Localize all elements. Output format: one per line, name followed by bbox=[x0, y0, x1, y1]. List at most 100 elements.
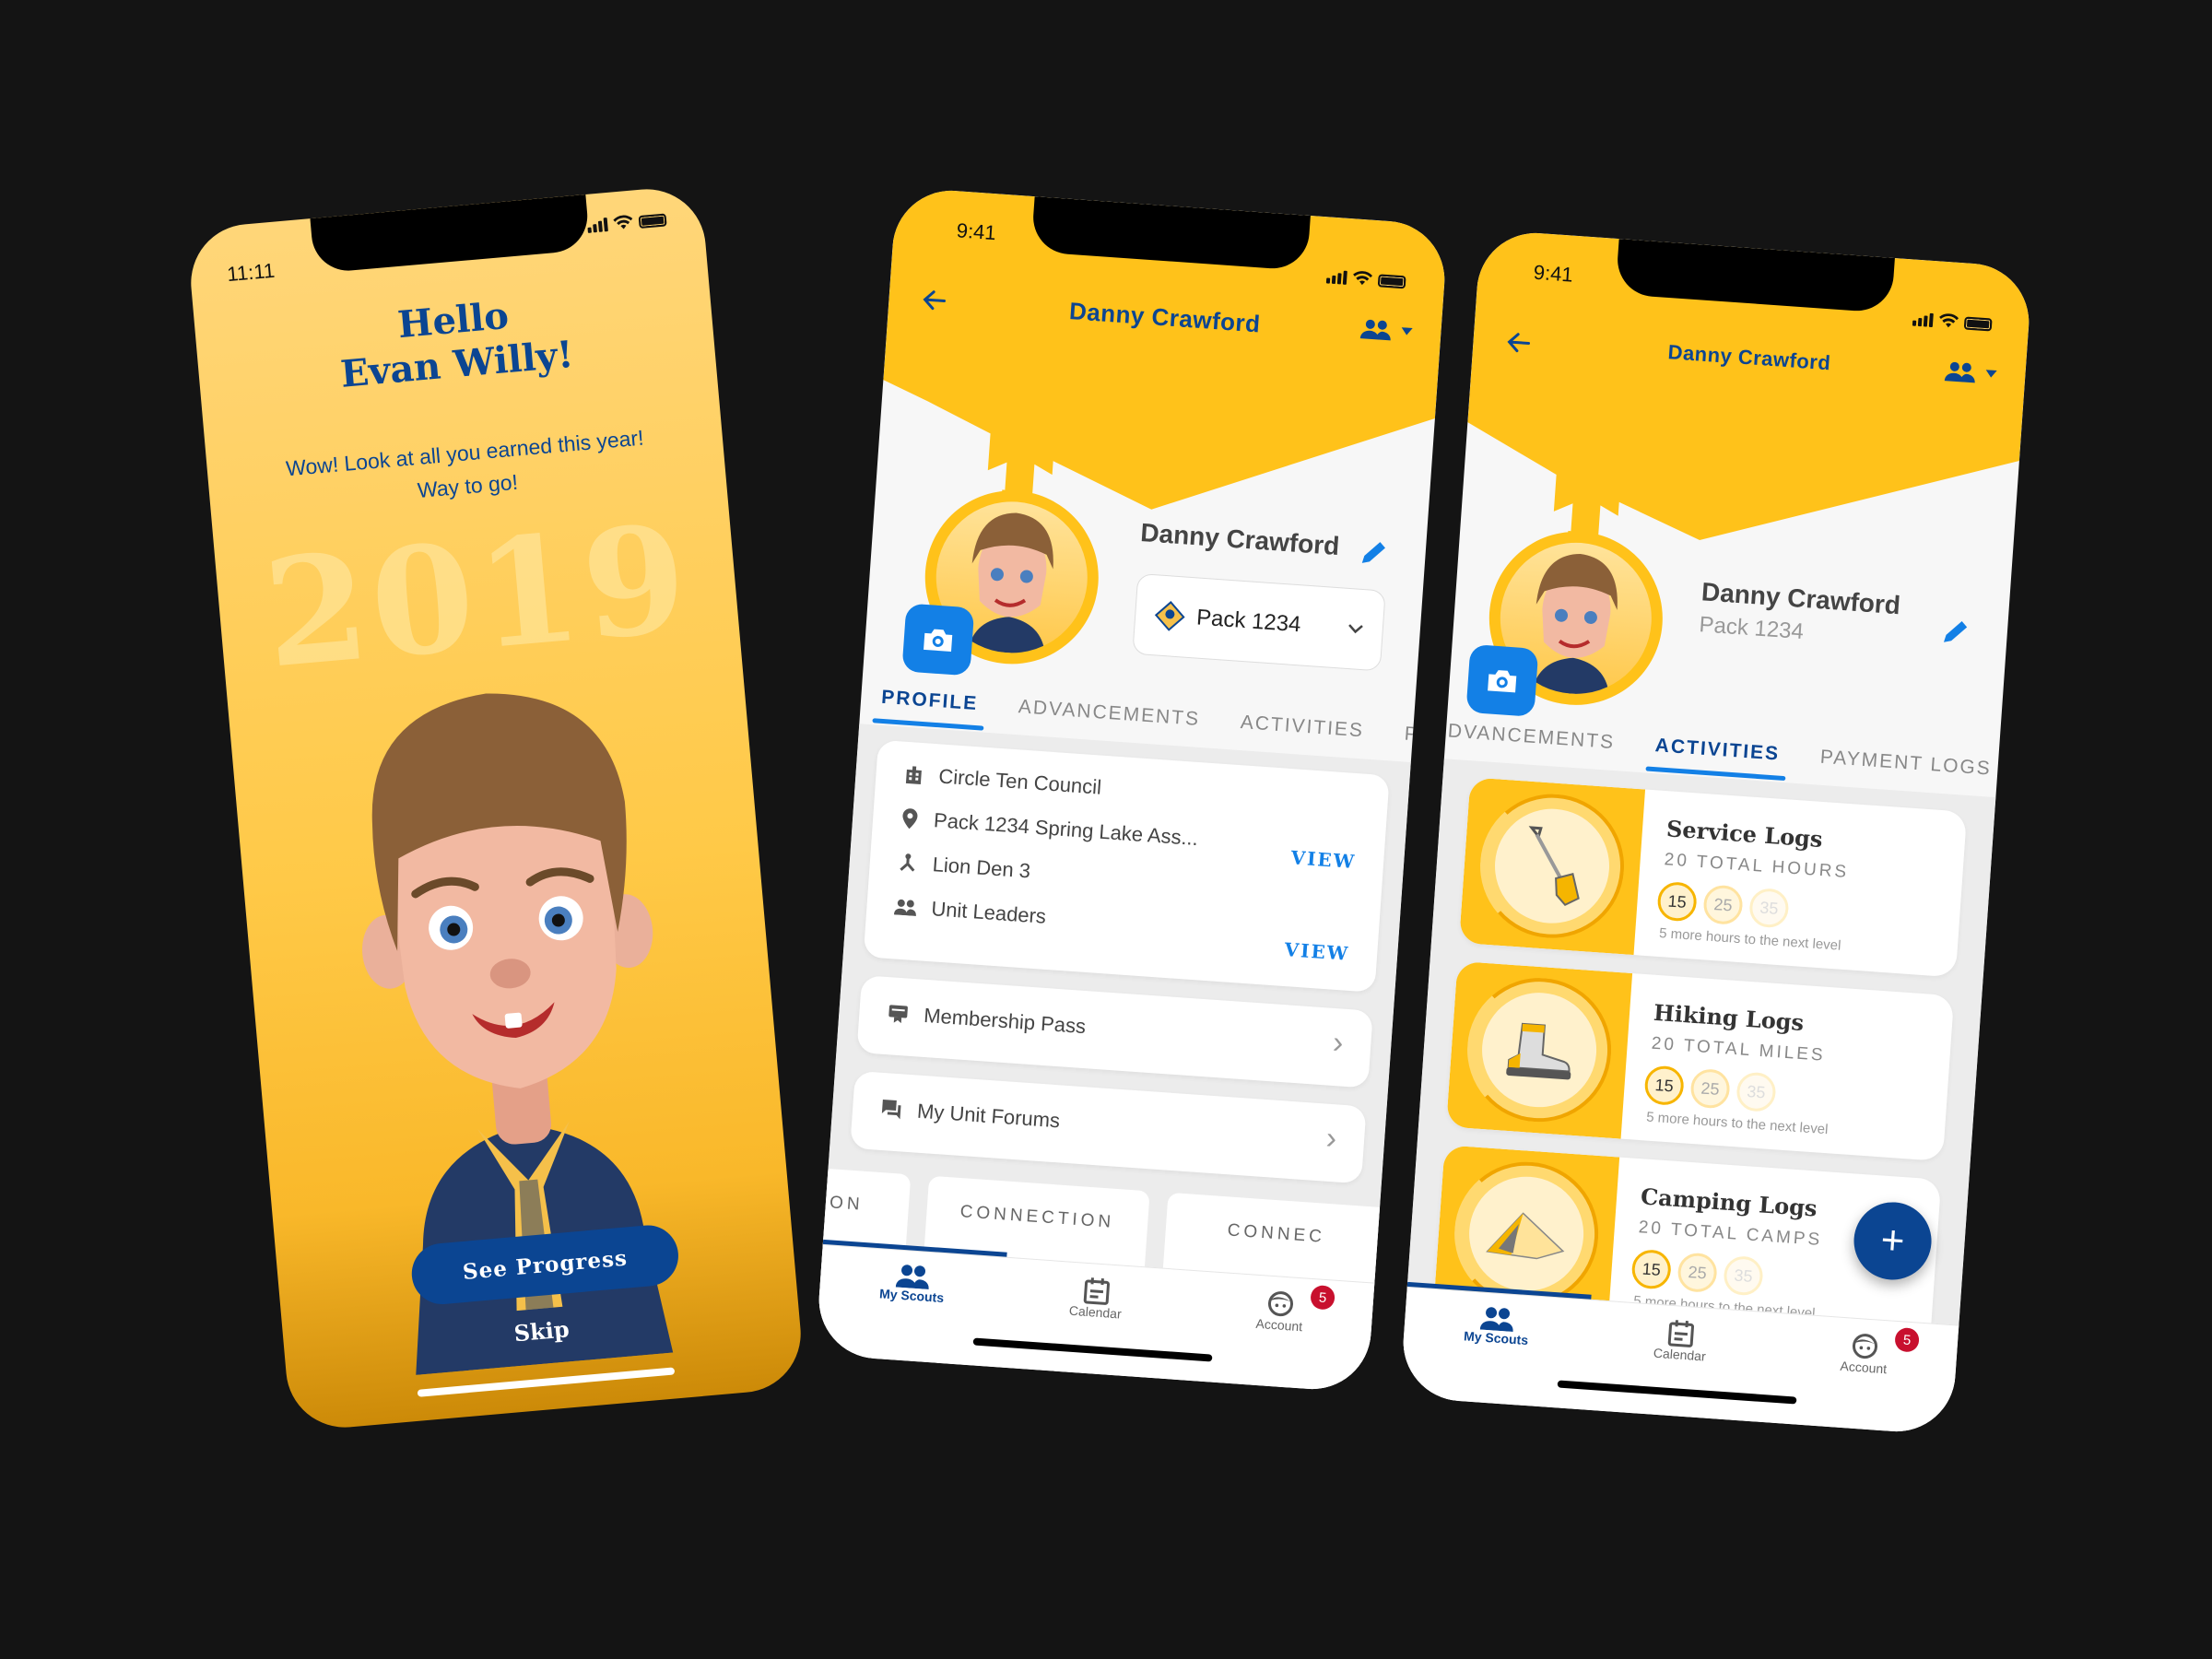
people-icon bbox=[1944, 361, 1975, 383]
council-name: Circle Ten Council bbox=[937, 764, 1102, 799]
cub-scout-badge-icon bbox=[1154, 601, 1185, 631]
account-face-icon bbox=[1852, 1334, 1877, 1359]
signal-icon bbox=[1912, 312, 1934, 328]
log-total: 20 TOTAL HOURS bbox=[1664, 850, 1850, 883]
nav-label: My Scouts bbox=[878, 1286, 945, 1306]
location-row: Pack 1234 Spring Lake Ass... bbox=[900, 806, 1199, 851]
level-badges: 15 25 35 bbox=[1656, 880, 1790, 929]
level-badge: 25 bbox=[1677, 1252, 1719, 1294]
wifi-icon bbox=[1939, 313, 1959, 328]
log-art bbox=[1458, 777, 1646, 956]
nav-calendar[interactable]: Calendar bbox=[1583, 1300, 1775, 1423]
account-face-icon bbox=[1267, 1291, 1293, 1317]
progress-ring bbox=[1462, 972, 1617, 1127]
level-badge: 35 bbox=[1723, 1254, 1764, 1297]
pack-select-value: Pack 1234 bbox=[1195, 605, 1302, 638]
service-log-card[interactable]: Service Logs 20 TOTAL HOURS 15 25 35 5 m… bbox=[1458, 777, 1968, 978]
unit-forums-label: My Unit Forums bbox=[916, 1099, 1061, 1133]
den-name: Lion Den 3 bbox=[931, 853, 1031, 883]
camera-icon bbox=[924, 629, 953, 652]
level-badge: 25 bbox=[1689, 1067, 1731, 1110]
edit-pencil-icon[interactable] bbox=[1356, 536, 1389, 570]
nav-account[interactable]: Account 5 bbox=[1182, 1271, 1374, 1394]
nav-my-scouts[interactable]: My Scouts bbox=[1399, 1281, 1592, 1410]
notification-badge: 5 bbox=[1310, 1284, 1335, 1311]
membership-pass-label: Membership Pass bbox=[923, 1003, 1087, 1039]
membership-card-icon bbox=[888, 1005, 908, 1024]
nav-label: Account bbox=[1840, 1358, 1888, 1377]
phone-notch bbox=[310, 194, 591, 274]
nav-account[interactable]: Account 5 bbox=[1767, 1313, 1959, 1436]
connection-label: CONNEC bbox=[1227, 1220, 1326, 1247]
wifi-icon bbox=[613, 215, 633, 229]
tab-profile[interactable]: PROFILE bbox=[859, 670, 1000, 731]
log-title: Camping Logs bbox=[1640, 1182, 1818, 1222]
pack-select[interactable]: Pack 1234 bbox=[1132, 572, 1386, 672]
nav-my-scouts[interactable]: My Scouts bbox=[815, 1239, 1007, 1368]
tab-activities[interactable]: ACTIVITIES bbox=[1218, 696, 1386, 759]
log-title: Hiking Logs bbox=[1653, 998, 1806, 1037]
activities-phone-screen: 9:41 Danny Crawford Danny Crawford Pack … bbox=[1399, 229, 2033, 1436]
progress-ring bbox=[1475, 789, 1630, 943]
chevron-down-icon bbox=[1348, 624, 1363, 634]
change-photo-button[interactable] bbox=[901, 603, 975, 677]
status-time: 9:41 bbox=[1533, 260, 1574, 287]
scout-switcher[interactable] bbox=[1359, 317, 1415, 343]
dropdown-caret-icon bbox=[1985, 370, 1997, 378]
change-photo-button[interactable] bbox=[1465, 643, 1539, 717]
signal-icon bbox=[587, 218, 608, 233]
scout-switcher[interactable] bbox=[1944, 359, 1999, 385]
profile-phone-screen: 9:41 Danny Crawford Danny Crawford Pack … bbox=[815, 186, 1449, 1394]
level-badge: 35 bbox=[1747, 887, 1790, 929]
camera-icon bbox=[1488, 670, 1517, 693]
tab-activities[interactable]: ACTIVITIES bbox=[1633, 719, 1802, 782]
log-total: 20 TOTAL CAMPS bbox=[1638, 1218, 1823, 1251]
nav-label: Calendar bbox=[1068, 1302, 1123, 1322]
hiking-log-card[interactable]: Hiking Logs 20 TOTAL MILES 15 25 35 5 mo… bbox=[1446, 960, 1955, 1162]
hierarchy-icon bbox=[900, 853, 915, 872]
membership-pass-item[interactable]: Membership Pass › bbox=[856, 975, 1373, 1088]
tab-payment-logs[interactable]: PA bbox=[1382, 707, 1449, 763]
leaders-row: Unit Leaders bbox=[893, 894, 1047, 928]
view-unit-link[interactable]: VIEW bbox=[1290, 846, 1357, 873]
battery-icon bbox=[1377, 274, 1406, 289]
people-icon bbox=[1479, 1307, 1513, 1332]
progress-ring-inner bbox=[1490, 805, 1614, 927]
battery-icon bbox=[638, 213, 667, 229]
level-badges: 15 25 35 bbox=[1630, 1248, 1764, 1297]
membership-pass-row: Membership Pass bbox=[887, 1001, 1087, 1039]
chevron-right-icon: › bbox=[1331, 1024, 1345, 1061]
den-row: Lion Den 3 bbox=[897, 850, 1031, 883]
nav-calendar[interactable]: Calendar bbox=[999, 1258, 1191, 1381]
location-pin-icon bbox=[902, 808, 918, 830]
dropdown-caret-icon bbox=[1401, 327, 1413, 335]
home-indicator[interactable] bbox=[417, 1367, 676, 1397]
level-badge: 35 bbox=[1735, 1071, 1777, 1113]
people-icon bbox=[1359, 319, 1391, 341]
log-art bbox=[1446, 960, 1633, 1139]
view-leaders-link[interactable]: VIEW bbox=[1284, 938, 1350, 965]
activities-content: Service Logs 20 TOTAL HOURS 15 25 35 5 m… bbox=[1399, 759, 1996, 1436]
forum-icon bbox=[881, 1099, 901, 1120]
nav-label: Account bbox=[1255, 1315, 1303, 1335]
calendar-icon bbox=[1667, 1320, 1695, 1347]
signal-icon bbox=[1325, 269, 1347, 285]
unit-forums-item[interactable]: My Unit Forums › bbox=[850, 1070, 1367, 1184]
welcome-phone-screen: 11:11 Hello Evan Willy! Wow! Look at all… bbox=[185, 184, 806, 1432]
unit-location: Pack 1234 Spring Lake Ass... bbox=[933, 808, 1199, 851]
level-badge: 15 bbox=[1630, 1248, 1673, 1290]
greeting: Hello Evan Willy! bbox=[194, 276, 716, 409]
battery-icon bbox=[1963, 316, 1993, 332]
nav-label: My Scouts bbox=[1463, 1328, 1529, 1348]
building-icon bbox=[905, 766, 922, 785]
people-icon bbox=[893, 899, 916, 917]
tent-icon bbox=[1486, 1212, 1565, 1260]
connection-label: CONNECTION bbox=[959, 1202, 1115, 1232]
council-row: Circle Ten Council bbox=[903, 762, 1102, 800]
status-icons bbox=[587, 211, 667, 233]
unit-info-card: Circle Ten Council Pack 1234 Spring Lake… bbox=[863, 739, 1390, 993]
edit-pencil-icon[interactable] bbox=[1938, 616, 1971, 649]
people-icon bbox=[895, 1265, 929, 1289]
shovel-icon bbox=[1528, 826, 1580, 906]
status-time: 9:41 bbox=[956, 218, 997, 245]
